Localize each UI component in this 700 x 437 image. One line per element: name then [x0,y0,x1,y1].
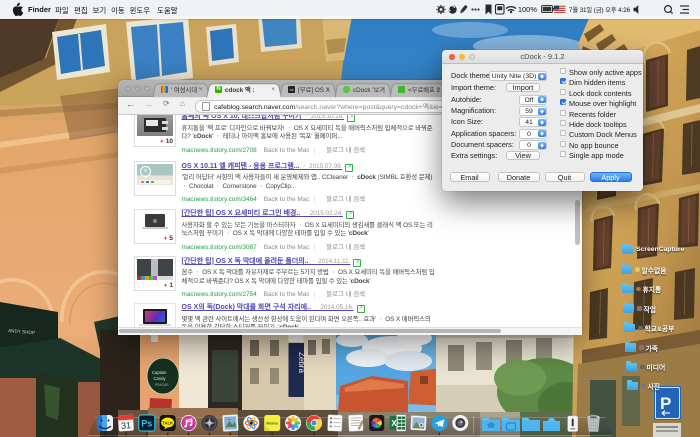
svg-text:PRAGUE: PRAGUE [155,383,168,387]
svg-text:Memo: Memo [266,421,278,426]
svg-text:31: 31 [121,420,132,431]
svg-text:X: X [391,419,397,428]
svg-text:Ps: Ps [141,419,152,429]
svg-text:Zebra: Zebra [297,352,306,373]
svg-text:Captain: Captain [152,370,167,375]
svg-text:TALK: TALK [162,421,173,426]
svg-text:Candy: Candy [154,376,167,381]
